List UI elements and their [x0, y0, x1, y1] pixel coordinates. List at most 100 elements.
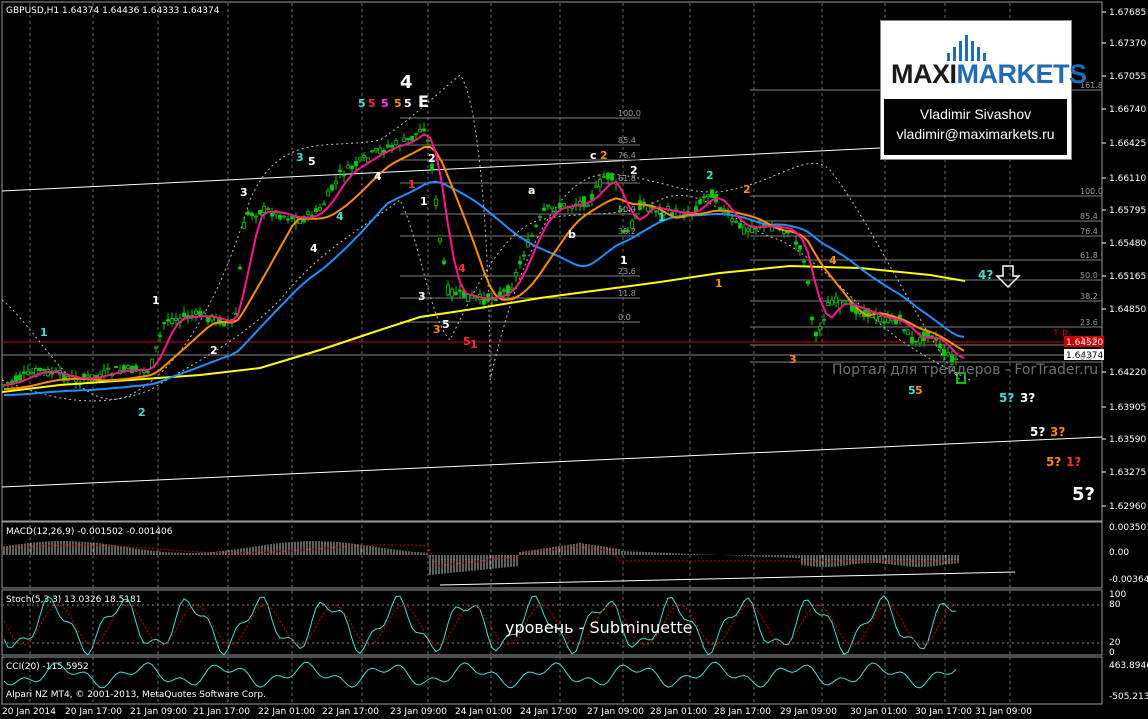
fib-right-label: 11.8 [1080, 336, 1098, 345]
candle-body [590, 194, 594, 200]
fib-right-label: 76.4 [1080, 227, 1098, 236]
price-tick-label: 1.63590 [1109, 435, 1146, 445]
candle-body [206, 317, 210, 323]
candle-body [242, 221, 246, 229]
candle-body [150, 358, 154, 368]
wave-label: 3 [240, 186, 248, 199]
candle-body [342, 174, 346, 177]
analyst-name: Vladimir Sivashov [919, 106, 1032, 122]
fib-right-label: 50.0 [1080, 271, 1098, 280]
fib-level-label: 11.8 [618, 289, 636, 298]
time-tick-label: 30 Jan 01:00 [850, 707, 907, 717]
candle-body [538, 216, 542, 218]
wave-label: 3? [1050, 425, 1065, 439]
candle-body [810, 316, 814, 321]
candle-body [338, 169, 342, 173]
candle-body [558, 203, 562, 209]
wave-label: 3? [1020, 391, 1035, 405]
time-tick-label: 29 Jan 09:00 [780, 707, 837, 717]
candle-body [22, 371, 26, 374]
candle-body [30, 372, 34, 375]
wave-label: 4 [458, 262, 466, 275]
candle-body [450, 288, 454, 297]
candle-body [902, 329, 906, 332]
price-tick-label: 1.67370 [1109, 39, 1146, 49]
wave-label: 1 [408, 178, 416, 191]
candle-body [402, 137, 406, 142]
candle-body [370, 150, 374, 153]
fib-level-label: 85.4 [618, 136, 636, 145]
candle-body [950, 354, 954, 363]
candle-body [594, 185, 598, 188]
candle-body [818, 326, 822, 331]
candle-body [814, 332, 818, 337]
fib-level-label: 61.8 [618, 174, 636, 183]
candle-body [254, 215, 258, 218]
time-tick-label: 28 Jan 01:00 [650, 707, 707, 717]
candle-body [390, 144, 394, 148]
candle-body [162, 322, 166, 325]
wave-label: 2 [138, 406, 146, 419]
logo-contact: Vladimir Sivashov vladimir@maximarkets.r… [884, 99, 1067, 155]
candle-body [826, 302, 830, 306]
stoch-tick-label: 0 [1109, 648, 1115, 658]
candle-body [942, 349, 946, 357]
candle-body [18, 374, 22, 381]
fib-right-label: 85.4 [1080, 212, 1098, 221]
candle-body [522, 254, 526, 257]
candle-body [502, 289, 506, 292]
wave-label: 5? [1046, 455, 1061, 469]
wave-label: 5 [442, 318, 450, 331]
wave-label: b [568, 228, 576, 241]
wave-label-major: 4 [400, 72, 413, 93]
time-tick-label: 24 Jan 17:00 [520, 707, 577, 717]
candle-body [518, 260, 522, 265]
candle-body [282, 215, 286, 218]
candle-body [350, 165, 354, 170]
candle-body [718, 207, 722, 210]
stoch-tick-label: 80 [1109, 600, 1121, 610]
candle-body [542, 207, 546, 211]
wave-label: 1 [152, 294, 160, 307]
wave-label: 5 [358, 97, 366, 110]
candle-body [406, 138, 410, 141]
time-tick-label: 21 Jan 17:00 [193, 707, 250, 717]
candle-body [602, 175, 606, 178]
wave-label: 5? [1072, 484, 1095, 505]
candle-body [266, 208, 270, 211]
price-tick-label: 1.67685 [1109, 8, 1146, 18]
candle-body [946, 352, 950, 356]
wave-label: 4 [310, 242, 318, 255]
candle-body [262, 206, 266, 213]
candle-body [446, 284, 450, 296]
price-tick-label: 1.65480 [1109, 239, 1146, 249]
candle-body [394, 140, 398, 146]
macd-label: MACD(12,26,9) -0.001502 -0.001406 [6, 527, 173, 537]
candle-body [738, 222, 742, 229]
candle-body [550, 206, 554, 210]
candle-body [494, 299, 498, 301]
candle-body [706, 194, 710, 198]
wave-label: 1 [40, 326, 48, 339]
candle-body [410, 135, 414, 141]
candle-body [742, 226, 746, 235]
candle-body [366, 157, 370, 163]
cci-tick-label: 463.8946 [1109, 661, 1148, 671]
fib-right-label: 0.0 [1080, 353, 1093, 362]
macd-tick-label: -0.00364 [1109, 575, 1148, 585]
candle-body [646, 205, 650, 212]
candle-body [42, 369, 46, 371]
wave-label: 5 [308, 155, 316, 168]
wave-label: 3 [418, 290, 426, 303]
wave-label: 1 [658, 211, 666, 224]
time-tick-label: 28 Jan 17:00 [714, 707, 771, 717]
candle-body [546, 204, 550, 207]
wave-label: 3 [433, 323, 441, 336]
candle-body [442, 260, 446, 265]
price-tick-label: 1.66425 [1109, 139, 1146, 149]
time-tick-label: 20 Jan 2014 [2, 707, 56, 717]
wave-label: 5 [394, 97, 402, 110]
candle-body [306, 211, 310, 215]
wave-label: 5? [999, 391, 1014, 405]
candle-body [126, 365, 130, 369]
